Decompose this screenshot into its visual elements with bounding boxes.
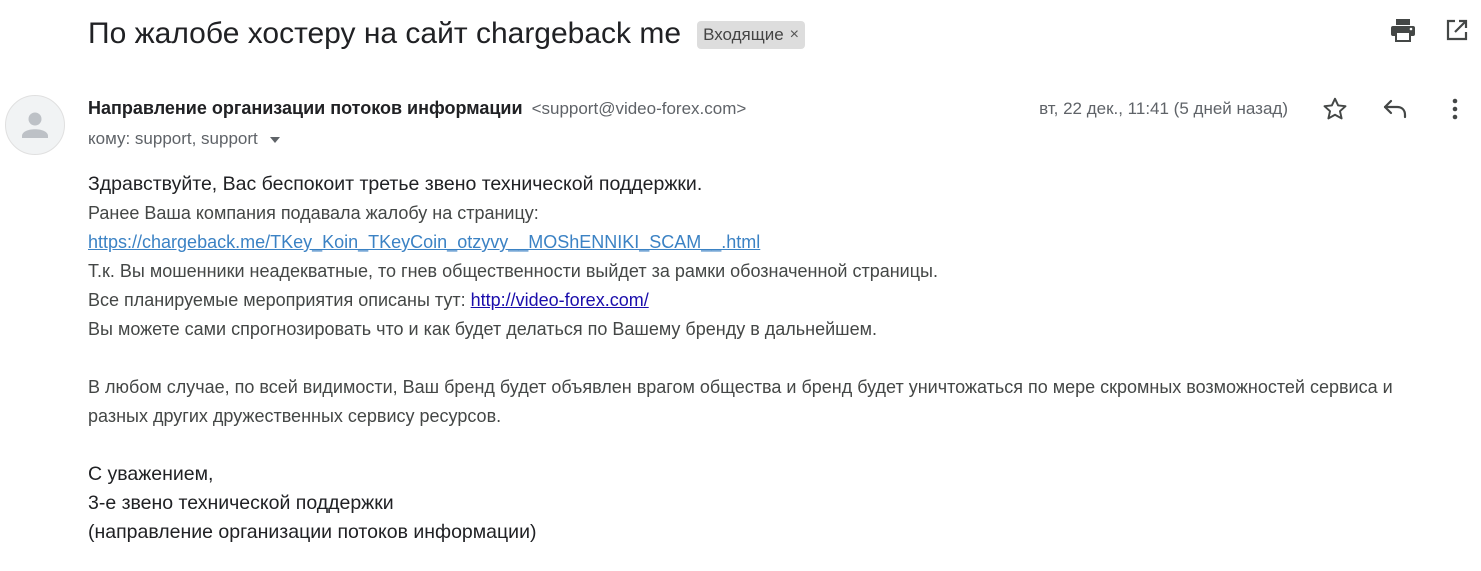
sender-email: <support@video-forex.com>: [531, 99, 747, 118]
sender-name[interactable]: Направление организации потоков информац…: [88, 98, 523, 118]
email-date: вт, 22 дек., 11:41 (5 дней назад): [1039, 99, 1288, 118]
body-signoff: С уважением,: [88, 463, 214, 485]
subject-row: По жалобе хостеру на сайт chargeback me …: [88, 12, 1481, 56]
show-details-chevron-icon[interactable]: [269, 137, 280, 143]
default-avatar-icon: [22, 112, 48, 138]
recipients-text: кому: support, support: [88, 129, 258, 148]
sender-line: Направление организации потоков информац…: [88, 98, 746, 119]
body-line-with-link: Все планируемые мероприятия описаны тут:…: [88, 286, 1441, 315]
more-vertical-icon[interactable]: [1441, 95, 1469, 123]
open-in-new-window-icon[interactable]: [1443, 16, 1471, 44]
subject-toolbar: [1389, 16, 1471, 44]
body-signature-line: 3-е звено технической поддержки: [88, 492, 394, 514]
body-line: Ранее Ваша компания подавала жалобу на с…: [88, 203, 539, 223]
recipients-line: кому: support, support: [88, 129, 280, 149]
body-line: Т.к. Вы мошенники неадекватные, то гнев …: [88, 261, 938, 281]
sender-avatar: [5, 95, 65, 155]
inbox-label-text: Входящие: [703, 25, 784, 44]
body-line: Вы можете сами спрогнозировать что и как…: [88, 319, 877, 339]
body-greeting: Здравствуйте, Вас беспокоит третье звено…: [88, 173, 703, 195]
email-body: Здравствуйте, Вас беспокоит третье звено…: [88, 170, 1441, 547]
remove-label-icon[interactable]: ×: [790, 26, 799, 44]
body-signature-line: (направление организации потоков информа…: [88, 521, 537, 543]
complaint-page-link[interactable]: https://chargeback.me/TKey_Koin_TKeyCoin…: [88, 232, 760, 252]
message-actions: [1321, 95, 1469, 123]
body-line-text: Все планируемые мероприятия описаны тут:: [88, 290, 471, 310]
video-forex-link[interactable]: http://video-forex.com/: [471, 290, 649, 310]
star-icon[interactable]: [1321, 95, 1349, 123]
inbox-label-chip[interactable]: Входящие ×: [697, 21, 806, 49]
reply-icon[interactable]: [1381, 95, 1409, 123]
email-subject: По жалобе хостеру на сайт chargeback me: [88, 17, 682, 50]
print-icon[interactable]: [1389, 16, 1417, 44]
body-paragraph: В любом случае, по всей видимости, Ваш б…: [88, 377, 1393, 426]
